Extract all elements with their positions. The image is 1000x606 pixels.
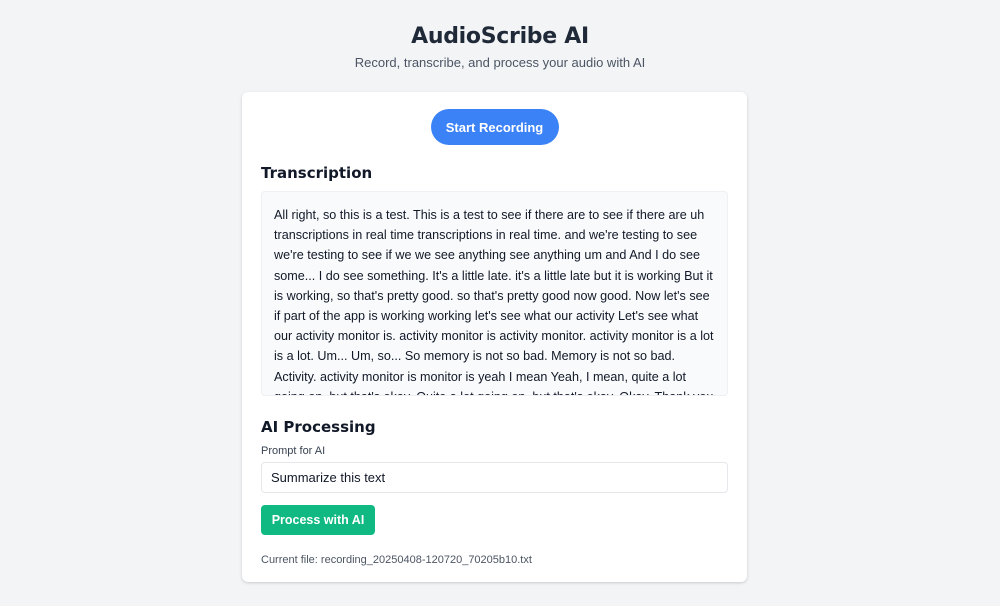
start-recording-button[interactable]: Start Recording: [430, 109, 559, 145]
process-with-ai-button[interactable]: Process with AI: [261, 505, 375, 535]
prompt-input[interactable]: [261, 462, 728, 493]
record-section: Start Recording: [261, 109, 728, 145]
app-subtitle: Record, transcribe, and process your aud…: [354, 55, 646, 70]
ai-processing-heading: AI Processing: [261, 418, 376, 436]
transcription-heading: Transcription: [261, 164, 373, 182]
current-file-label: Current file: recording_20250408-120720_…: [261, 554, 532, 566]
page-header: AudioScribe AI Record, transcribe, and p…: [0, 0, 1000, 70]
app-title: AudioScribe AI: [411, 24, 589, 49]
transcription-text: All right, so this is a test. This is a …: [261, 191, 728, 396]
main-card: Start Recording Transcription All right,…: [242, 92, 747, 582]
prompt-label: Prompt for AI: [261, 445, 326, 457]
